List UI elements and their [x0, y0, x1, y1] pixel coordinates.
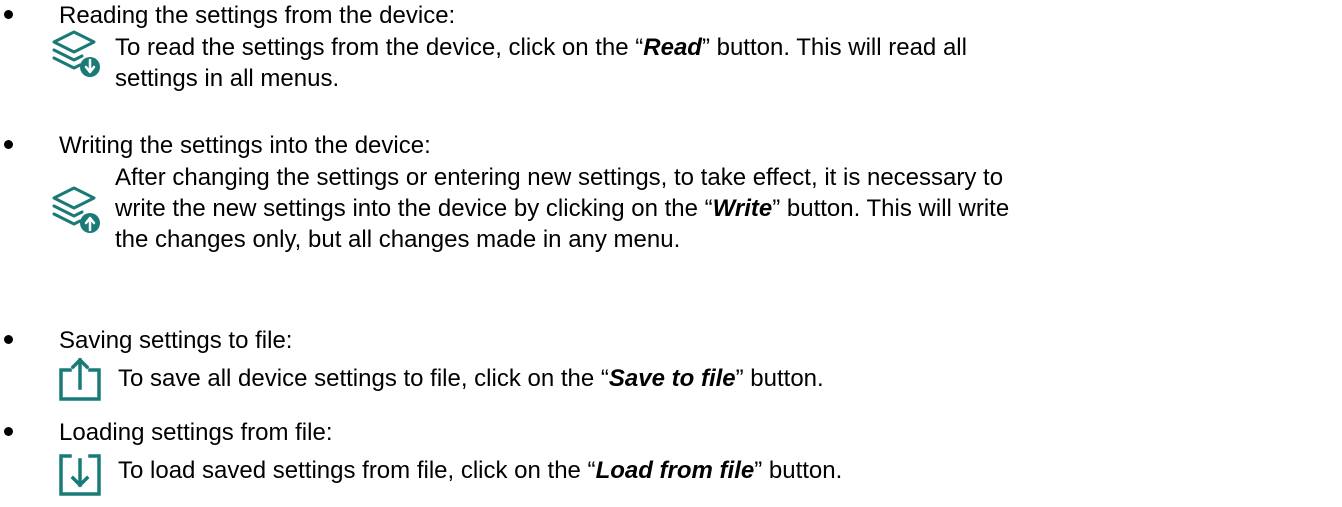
item-description-cont: settings in all menus.: [115, 63, 339, 94]
item-heading: Reading the settings from the device:: [59, 2, 456, 29]
desc-line: write the new settings into the device b…: [115, 195, 1010, 222]
item-description: To read the settings from the device, cl…: [115, 32, 967, 63]
item-heading: Loading settings from file:: [59, 419, 333, 446]
desc-line: To save all device settings to file, cli…: [118, 365, 824, 392]
bullet: [4, 140, 13, 149]
item-description: To save all device settings to file, cli…: [118, 363, 824, 394]
layers-download-icon: [52, 30, 100, 77]
item-description: To load saved settings from file, click …: [118, 455, 842, 486]
desc-line: the changes only, but all changes made i…: [115, 226, 681, 253]
item-heading: Writing the settings into the device:: [59, 132, 431, 159]
desc-line: To read the settings from the device, cl…: [115, 34, 967, 61]
read-button-name: Read: [643, 34, 702, 61]
save-to-file-icon: [59, 357, 101, 401]
bullet: [4, 427, 13, 436]
save-button-name: Save to file: [608, 365, 736, 392]
layers-upload-icon: [52, 186, 100, 233]
load-from-file-icon: [59, 454, 101, 496]
item-heading: Saving settings to file:: [59, 327, 293, 354]
desc-line: settings in all menus.: [115, 65, 340, 92]
desc-line: After changing the settings or entering …: [115, 164, 1004, 191]
write-button-name: Write: [712, 195, 773, 222]
bullet: [4, 10, 13, 19]
desc-line: To load saved settings from file, click …: [118, 457, 843, 484]
load-button-name: Load from file: [595, 457, 755, 484]
item-description: After changing the settings or entering …: [115, 162, 1009, 255]
bullet: [4, 335, 13, 344]
